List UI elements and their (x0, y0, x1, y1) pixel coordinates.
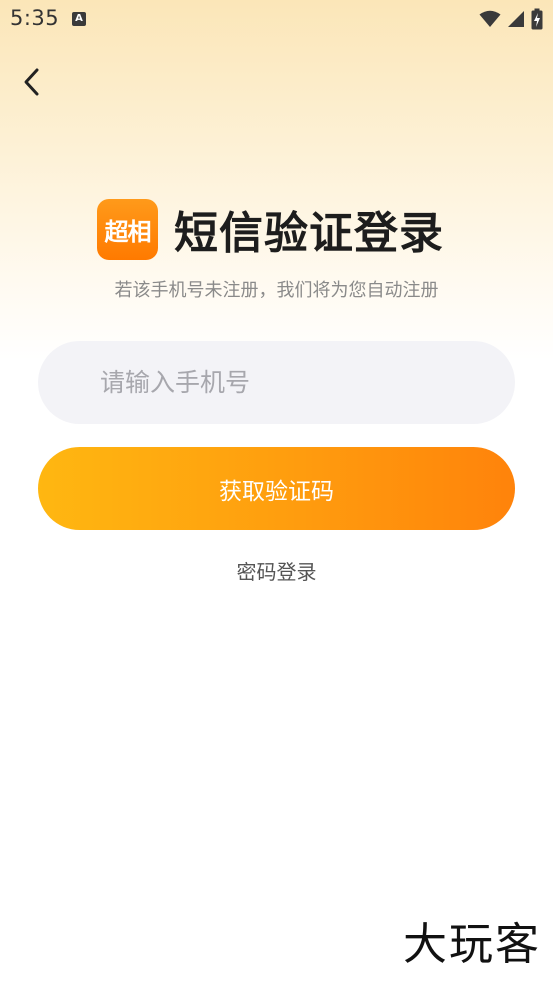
title-row: 超相 短信验证登录 (97, 198, 444, 260)
watermark-logo: 大玩客 (403, 919, 541, 970)
phone-input-container (38, 341, 515, 424)
wifi-icon (479, 10, 501, 27)
chevron-left-icon (24, 68, 39, 96)
status-time: 5:35 (10, 6, 60, 30)
battery-charging-icon (531, 8, 543, 30)
auto-register-hint: 若该手机号未注册，我们将为您自动注册 (114, 280, 439, 301)
notification-a-icon: A (72, 12, 86, 26)
status-bar: 5:35 A (0, 0, 553, 40)
page-title: 短信验证登录 (174, 208, 444, 259)
get-code-button[interactable]: 获取验证码 (38, 447, 515, 530)
back-button[interactable] (14, 64, 50, 100)
app-logo: 超相 (97, 198, 158, 260)
password-login-link[interactable]: 密码登录 (0, 556, 553, 585)
status-icons (479, 7, 543, 31)
signal-icon (508, 11, 524, 27)
phone-input[interactable] (100, 341, 490, 424)
